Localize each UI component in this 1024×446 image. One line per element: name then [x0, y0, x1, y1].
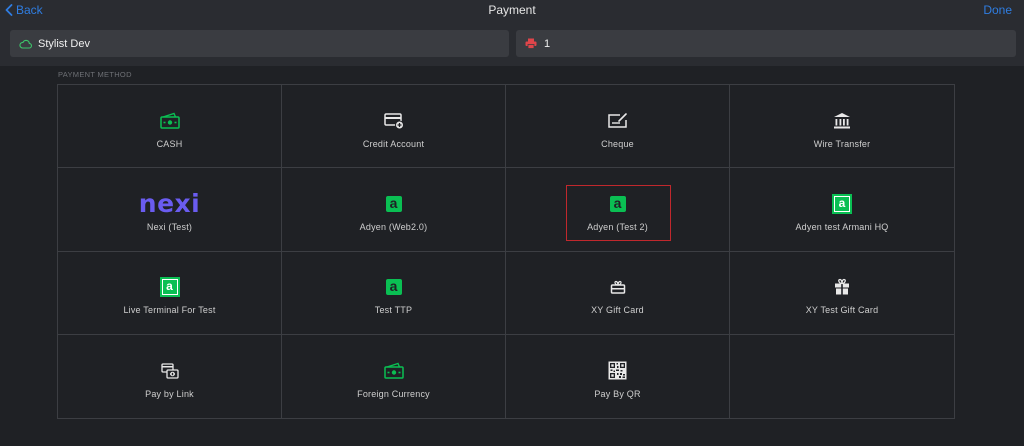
page-title: Payment [488, 3, 536, 17]
payment-method-xy-test-gift-card[interactable]: XY Test Gift Card [730, 252, 954, 335]
payment-method-wire-transfer[interactable]: Wire Transfer [730, 85, 954, 169]
adyen-icon: a [385, 191, 402, 217]
payment-method-cash[interactable]: CASH [58, 85, 282, 169]
credit-account-icon [383, 108, 405, 134]
adyen-icon: a [385, 274, 402, 300]
payment-method-label: CASH [156, 138, 183, 149]
payment-method-label: Pay by Link [145, 388, 194, 399]
payment-method-label: Adyen (Web2.0) [359, 221, 428, 232]
payment-method-label: Test TTP [374, 305, 413, 316]
cash-icon [159, 108, 181, 134]
payment-method-foreign-currency[interactable]: Foreign Currency [282, 334, 506, 418]
printer-selector[interactable]: 1 [516, 30, 1016, 57]
payment-method-grid: CASH Credit Account Cheque Wire Transfer… [57, 84, 955, 419]
payment-method-label: XY Gift Card [591, 305, 644, 316]
payment-method-label: Adyen test Armani HQ [795, 221, 889, 232]
payment-method-adyen-test-2[interactable]: a Adyen (Test 2) [506, 168, 730, 252]
selection-highlight [566, 185, 671, 242]
cheque-icon [607, 108, 629, 134]
payment-method-adyen-web2[interactable]: a Adyen (Web2.0) [282, 168, 506, 252]
payment-method-label: Live Terminal For Test [123, 305, 216, 316]
payment-method-adyen-armani-hq[interactable]: a Adyen test Armani HQ [730, 168, 954, 252]
stylist-selector[interactable]: Stylist Dev [10, 30, 509, 57]
gift-icon [833, 274, 851, 300]
payment-method-label: Cheque [601, 138, 634, 149]
payment-method-label: Credit Account [362, 138, 425, 149]
cash-icon [383, 358, 405, 384]
stylist-value: Stylist Dev [38, 37, 90, 50]
payment-method-live-terminal[interactable]: a Live Terminal For Test [58, 251, 282, 335]
payment-method-cheque[interactable]: Cheque [506, 85, 730, 169]
empty-cell [730, 335, 954, 418]
section-label: PAYMENT METHOD [58, 70, 132, 79]
payment-method-pay-by-qr[interactable]: Pay By QR [506, 334, 730, 418]
payment-method-xy-gift-card[interactable]: XY Gift Card [506, 251, 730, 335]
qr-code-icon [608, 358, 627, 384]
pay-link-icon [160, 358, 180, 384]
payment-method-label: Pay By QR [594, 388, 641, 399]
bank-icon [832, 108, 852, 134]
payment-method-label: Wire Transfer [813, 138, 871, 149]
payment-method-label: XY Test Gift Card [805, 305, 879, 316]
done-button[interactable]: Done [983, 3, 1012, 17]
payment-method-pay-by-link[interactable]: Pay by Link [58, 334, 282, 418]
printer-value: 1 [544, 37, 551, 50]
payment-method-nexi-test[interactable]: nexi Nexi (Test) [58, 168, 282, 252]
adyen-boxed-icon: a [832, 191, 852, 217]
nexi-logo-icon: nexi [138, 189, 201, 219]
adyen-boxed-icon: a [159, 274, 180, 300]
payment-method-credit-account[interactable]: Credit Account [282, 85, 506, 169]
payment-method-test-ttp[interactable]: a Test TTP [282, 251, 506, 335]
payment-method-label: Nexi (Test) [146, 221, 193, 232]
printer-icon [524, 37, 538, 51]
top-bar: Back Payment Done Stylist Dev 1 [0, 0, 1024, 66]
cloud-icon [18, 37, 32, 51]
gift-card-icon [609, 274, 627, 300]
payment-method-label: Foreign Currency [357, 388, 430, 399]
